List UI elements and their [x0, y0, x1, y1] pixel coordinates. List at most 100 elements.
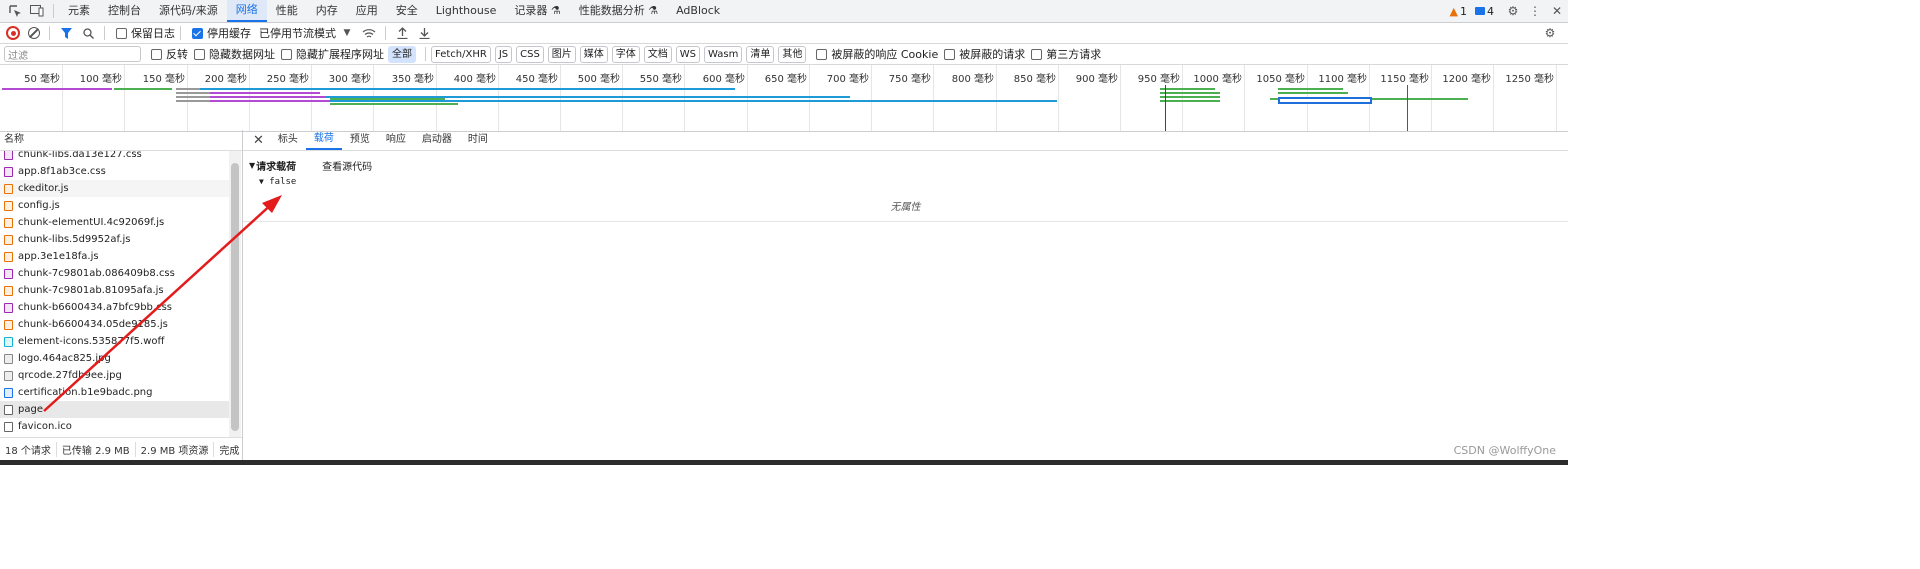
toolbar-divider: [104, 26, 105, 40]
record-icon[interactable]: [6, 26, 20, 40]
view-source-link[interactable]: 查看源代码: [322, 158, 372, 173]
image-file-icon: [4, 353, 13, 364]
list-item[interactable]: chunk-b6600434.a7bfc9bb.css: [0, 299, 229, 316]
blocked-cookies-label: 被屏蔽的响应 Cookie: [831, 48, 939, 61]
filter-type-ws[interactable]: WS: [675, 45, 701, 63]
list-item[interactable]: chunk-libs.da13e127.css: [0, 151, 229, 163]
timeline-overview[interactable]: 1250 毫秒 1200 毫秒 1150 毫秒 1100 毫秒 1050 毫秒 1000 …: [0, 65, 1568, 132]
timeline-bar: [330, 100, 1057, 102]
preserve-log-checkbox[interactable]: [116, 27, 127, 39]
download-icon[interactable]: [416, 25, 432, 41]
tab-initiator[interactable]: 启动器: [414, 130, 460, 150]
chevron-down-icon[interactable]: ▼: [339, 25, 355, 41]
payload-value-row[interactable]: ▼ false: [259, 177, 296, 187]
tab-sources[interactable]: 源代码/来源: [150, 0, 227, 22]
timeline-tick: 950 毫秒: [1138, 65, 1183, 131]
filter-type-all[interactable]: 全部: [388, 45, 416, 63]
filter-type-css[interactable]: CSS: [516, 45, 544, 63]
timeline-tick: 1200 毫秒: [1442, 65, 1494, 131]
disable-cache-checkbox[interactable]: [192, 27, 203, 39]
hide-data-urls-checkbox[interactable]: [194, 48, 205, 60]
list-item[interactable]: chunk-b6600434.05de9185.js: [0, 316, 229, 333]
list-item[interactable]: chunk-libs.5d9952af.js: [0, 231, 229, 248]
tab-adblock[interactable]: AdBlock: [667, 0, 729, 22]
list-item[interactable]: app.8f1ab3ce.css: [0, 163, 229, 180]
list-item[interactable]: certification.b1e9badc.png: [0, 384, 229, 401]
list-item[interactable]: chunk-7c9801ab.81095afa.js: [0, 282, 229, 299]
js-file-icon: [4, 217, 13, 228]
js-file-icon: [4, 183, 13, 194]
list-item[interactable]: app.3e1e18fa.js: [0, 248, 229, 265]
tab-console[interactable]: 控制台: [99, 0, 150, 22]
request-payload-section[interactable]: ▼ 请求载荷 查看源代码: [249, 158, 372, 173]
section-title: 请求载荷: [256, 162, 297, 173]
flask-icon: ⚗: [550, 4, 561, 17]
network-conditions-icon[interactable]: [361, 25, 377, 41]
tab-payload[interactable]: 载荷: [305, 130, 342, 150]
tab-recorder-label: 记录器: [514, 4, 548, 17]
request-name: config.js: [18, 200, 60, 211]
timeline-tick-label: 400 毫秒: [453, 74, 496, 85]
filter-input[interactable]: 过滤: [4, 46, 141, 62]
filter-type-manifest[interactable]: 清单: [746, 45, 775, 63]
list-item[interactable]: chunk-7c9801ab.086409b8.css: [0, 265, 229, 282]
tab-lighthouse[interactable]: Lighthouse: [427, 0, 506, 22]
transferred-size: 已传输 2.9 MB: [57, 441, 136, 457]
dom-content-loaded-marker: [1165, 85, 1166, 131]
inspect-element-icon[interactable]: [7, 3, 23, 19]
filter-type-img[interactable]: 图片: [547, 45, 576, 63]
tab-elements[interactable]: 元素: [59, 0, 99, 22]
tab-application[interactable]: 应用: [347, 0, 387, 22]
list-item[interactable]: element-icons.535877f5.woff: [0, 333, 229, 350]
list-item[interactable]: config.js: [0, 197, 229, 214]
filter-type-wasm[interactable]: Wasm: [704, 45, 743, 63]
filter-type-other[interactable]: 其他: [778, 45, 807, 63]
messages-badge[interactable]: 4: [1475, 5, 1494, 18]
clear-icon[interactable]: [28, 27, 40, 39]
tab-preview[interactable]: 预览: [342, 130, 378, 150]
network-settings-gear-icon[interactable]: ⚙: [1542, 25, 1558, 41]
third-party-checkbox[interactable]: [1031, 48, 1043, 60]
close-icon[interactable]: ✕: [1549, 3, 1565, 19]
filter-icon[interactable]: [58, 25, 74, 41]
filter-type-js[interactable]: JS: [494, 45, 513, 63]
list-item[interactable]: favicon.ico: [0, 418, 229, 435]
gear-icon[interactable]: ⚙: [1505, 3, 1521, 19]
request-name: page: [18, 404, 43, 415]
timeline-bar: [1278, 88, 1343, 90]
timeline-tick: 750 毫秒: [889, 65, 934, 131]
scrollbar-thumb[interactable]: [231, 163, 239, 431]
throttle-select[interactable]: 已停用节流模式: [259, 25, 336, 41]
filter-type-media[interactable]: 媒体: [579, 45, 608, 63]
list-item[interactable]: logo.464ac825.jpg: [0, 350, 229, 367]
filter-type-font[interactable]: 字体: [611, 45, 640, 63]
request-list-scrollbar[interactable]: [229, 151, 241, 437]
tab-response[interactable]: 响应: [378, 130, 414, 150]
tab-recorder[interactable]: 记录器 ⚗: [505, 0, 569, 22]
tab-memory[interactable]: 内存: [307, 0, 347, 22]
warnings-badge[interactable]: ▲ 1: [1450, 5, 1467, 18]
upload-icon[interactable]: [394, 25, 410, 41]
blocked-requests-checkbox[interactable]: [944, 48, 956, 60]
list-item[interactable]: qrcode.27fdb9ee.jpg: [0, 367, 229, 384]
close-detail-icon[interactable]: ✕: [247, 133, 270, 148]
tab-performance-insights[interactable]: 性能数据分析 ⚗: [570, 0, 667, 22]
invert-checkbox[interactable]: [151, 48, 162, 60]
search-icon[interactable]: [80, 25, 96, 41]
list-item[interactable]: ckeditor.js: [0, 180, 229, 197]
filter-type-doc[interactable]: 文档: [643, 45, 672, 63]
name-column-header[interactable]: 名称: [0, 130, 242, 151]
blocked-cookies-checkbox[interactable]: [816, 48, 828, 60]
tab-network[interactable]: 网络: [226, 0, 267, 22]
hide-extension-urls-checkbox[interactable]: [281, 48, 292, 60]
tab-performance[interactable]: 性能: [267, 0, 307, 22]
more-vertical-icon[interactable]: ⋮: [1527, 3, 1543, 19]
device-toolbar-icon[interactable]: [29, 3, 45, 19]
tab-headers[interactable]: 标头: [270, 130, 306, 150]
tab-security[interactable]: 安全: [387, 0, 427, 22]
load-event-marker: [1407, 85, 1408, 131]
filter-type-fetch-xhr[interactable]: Fetch/XHR: [431, 45, 491, 63]
list-item[interactable]: chunk-elementUI.4c92069f.js: [0, 214, 229, 231]
tab-timing[interactable]: 时间: [460, 130, 496, 150]
list-item-selected[interactable]: page: [0, 401, 229, 418]
